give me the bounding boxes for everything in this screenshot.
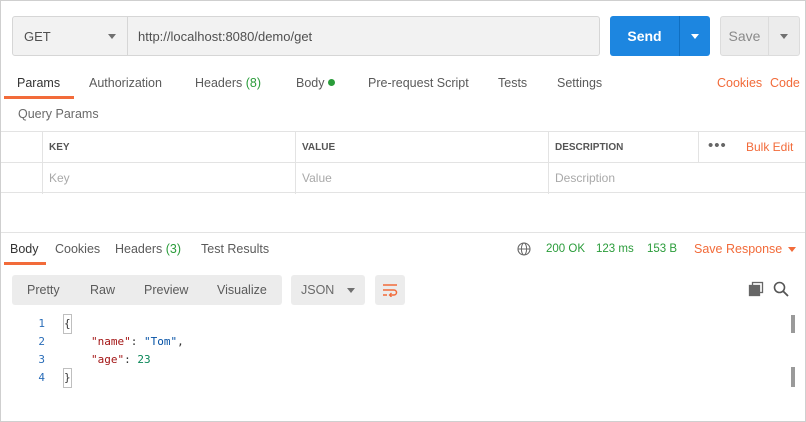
column-description: DESCRIPTION <box>548 132 698 163</box>
save-dropdown[interactable] <box>769 17 799 55</box>
code-line: "age": 23 <box>91 353 151 366</box>
app-window: GET http://localhost:8080/demo/get Send … <box>0 0 806 422</box>
visualize-button[interactable]: Visualize <box>217 275 267 305</box>
line-number: 4 <box>38 371 45 384</box>
chevron-down-icon <box>347 287 355 293</box>
wrap-lines-icon <box>383 284 398 297</box>
send-dropdown[interactable] <box>680 16 710 56</box>
table-header-row: KEY VALUE DESCRIPTION ••• Bulk Edit <box>1 132 805 163</box>
status-dot-icon <box>327 79 335 86</box>
send-label: Send <box>610 16 680 56</box>
tab-prerequest-script[interactable]: Pre-request Script <box>368 67 469 99</box>
send-button[interactable]: Send <box>610 16 710 56</box>
active-tab-indicator <box>4 96 74 99</box>
save-button[interactable]: Save <box>720 16 800 56</box>
raw-button[interactable]: Raw <box>90 275 115 305</box>
code-line: "name": "Tom", <box>91 335 184 348</box>
scrollbar-thumb[interactable] <box>791 315 795 333</box>
method-select[interactable]: GET <box>13 17 128 55</box>
response-time[interactable]: 123 ms <box>596 234 634 264</box>
code-link[interactable]: Code <box>770 67 800 99</box>
description-input[interactable]: Description <box>548 163 805 194</box>
copy-icon[interactable] <box>748 281 764 297</box>
response-tab-headers[interactable]: Headers (3) <box>115 234 181 264</box>
format-label: JSON <box>301 283 335 297</box>
response-tab-cookies[interactable]: Cookies <box>55 234 100 264</box>
json-key: "name" <box>91 335 131 348</box>
search-icon[interactable] <box>773 281 789 297</box>
save-label: Save <box>721 17 769 55</box>
request-tabs: Params Authorization Headers (8) Body Pr… <box>1 67 806 99</box>
pretty-button[interactable]: Pretty <box>27 275 60 305</box>
response-headers-count: (3) <box>165 242 182 256</box>
value-input[interactable]: Value <box>295 163 548 194</box>
chevron-down-icon[interactable] <box>788 247 796 252</box>
response-size[interactable]: 153 B <box>647 234 677 264</box>
chevron-down-icon <box>691 33 699 39</box>
headers-count: (8) <box>245 76 262 90</box>
chevron-down-icon <box>780 33 788 39</box>
close-brace: } <box>63 368 72 388</box>
more-options-icon[interactable]: ••• <box>708 132 727 163</box>
json-value: 23 <box>137 353 151 366</box>
tab-headers-label: Headers <box>195 76 243 90</box>
scrollbar-thumb[interactable] <box>791 367 795 387</box>
bulk-edit-link[interactable]: Bulk Edit <box>746 132 793 163</box>
save-response-button[interactable]: Save Response <box>694 234 782 264</box>
tab-params[interactable]: Params <box>17 67 60 99</box>
line-number: 2 <box>38 335 45 348</box>
tab-headers[interactable]: Headers (8) <box>195 67 261 99</box>
column-value: VALUE <box>295 132 548 163</box>
tab-settings[interactable]: Settings <box>557 67 602 99</box>
url-input[interactable]: http://localhost:8080/demo/get <box>128 17 599 55</box>
cookies-link[interactable]: Cookies <box>717 67 762 99</box>
json-value: "Tom" <box>144 335 178 348</box>
request-bar: GET http://localhost:8080/demo/get <box>12 16 600 56</box>
line-number: 1 <box>38 317 45 330</box>
response-tab-body[interactable]: Body <box>10 234 39 264</box>
query-params-table: KEY VALUE DESCRIPTION ••• Bulk Edit Key … <box>1 131 805 194</box>
preview-button[interactable]: Preview <box>144 275 188 305</box>
query-params-title: Query Params <box>18 107 99 121</box>
tab-tests[interactable]: Tests <box>498 67 527 99</box>
tab-body[interactable]: Body <box>296 67 335 99</box>
tab-body-label: Body <box>296 76 325 90</box>
wrap-lines-button[interactable] <box>375 275 405 305</box>
panel-divider[interactable] <box>1 232 805 233</box>
line-number: 3 <box>38 353 45 366</box>
open-brace: { <box>63 314 72 334</box>
format-select[interactable]: JSON <box>291 275 365 305</box>
tab-authorization[interactable]: Authorization <box>89 67 162 99</box>
response-body-editor[interactable]: 1 2 3 4 { "name": "Tom", "age": 23 } <box>1 314 806 395</box>
active-response-tab-indicator <box>4 262 46 265</box>
globe-icon[interactable] <box>517 242 531 256</box>
view-mode-group: Pretty Raw Preview Visualize <box>12 275 282 305</box>
response-tab-test-results[interactable]: Test Results <box>201 234 269 264</box>
key-input[interactable]: Key <box>42 163 295 194</box>
table-row: Key Value Description <box>1 163 805 194</box>
column-key: KEY <box>42 132 295 163</box>
url-value: http://localhost:8080/demo/get <box>138 28 313 44</box>
method-label: GET <box>24 28 51 44</box>
response-headers-label: Headers <box>115 242 163 256</box>
status-badge[interactable]: 200 OK <box>546 234 585 264</box>
json-key: "age" <box>91 353 125 366</box>
chevron-down-icon <box>108 33 116 39</box>
